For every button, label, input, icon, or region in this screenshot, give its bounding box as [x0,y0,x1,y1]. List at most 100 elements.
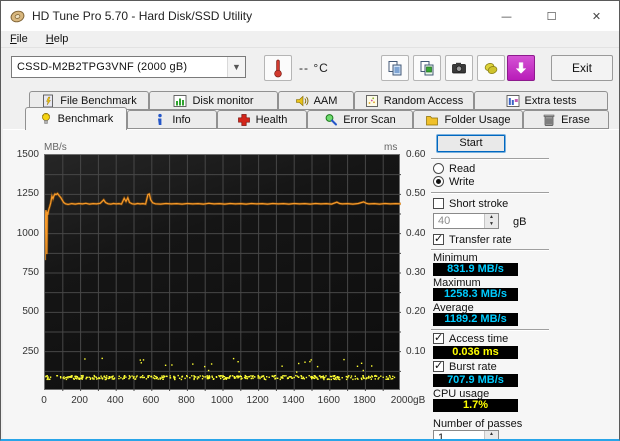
write-radio[interactable]: Write [433,176,474,188]
temperature-value: -- °C [299,61,329,75]
x-axis-tick: 1000 [210,395,234,406]
minimum-value: 831.9 MB/s [433,263,518,276]
passes-label: Number of passes [433,418,523,430]
access-time-value: 0.036 ms [433,346,518,359]
checkbox-icon[interactable] [433,331,444,344]
transfer-rate-label: Transfer rate [449,234,512,246]
y-left-tick: 500 [22,306,39,318]
y-right-tick: 0.30 [406,267,426,278]
tab-label: AAM [313,94,338,107]
magnifier-icon [324,113,338,127]
download-button[interactable] [507,55,535,81]
burst-rate-checkbox[interactable]: Burst rate [433,359,497,373]
spinner-down-icon[interactable]: ▼ [485,221,498,228]
burst-rate-label: Burst rate [449,361,497,373]
separator [431,158,549,160]
y-left-tick: 1000 [16,227,39,239]
camera-icon [452,62,466,74]
read-label: Read [449,163,476,175]
drive-select[interactable]: CSSD-M2B2TPG3VNF (2000 gB) ▼ [11,56,246,78]
x-axis-tick: 0 [41,395,47,406]
download-arrow-icon [515,62,527,74]
tab-random-access[interactable]: Random Access [354,91,474,110]
radio-icon[interactable] [433,163,444,174]
titlebar: HD Tune Pro 5.70 - Hard Disk/SSD Utility… [1,1,619,31]
tab-health[interactable]: Health [217,110,307,129]
tab-folder-usage[interactable]: Folder Usage [413,110,523,129]
spinner-arrows[interactable]: ▲ ▼ [484,214,498,228]
app-icon [10,10,25,22]
chevron-down-icon[interactable]: ▼ [227,57,245,77]
menu-file[interactable]: File [1,31,37,47]
short-stroke-unit: gB [513,216,527,228]
x-axis-tick: 1200 [246,395,269,406]
app-window: HD Tune Pro 5.70 - Hard Disk/SSD Utility… [0,0,620,441]
checkbox-icon[interactable] [433,198,444,209]
save-button[interactable] [477,55,505,81]
x-axis-tick: 600 [142,395,160,406]
tab-label: Benchmark [57,113,114,125]
extra-tests-icon [506,94,520,108]
passes-value: 1 [438,432,445,441]
tab-label: Error Scan [343,113,396,126]
y-right-tick: 0.40 [406,227,426,239]
minimize-button[interactable]: — [484,1,529,31]
menu-help[interactable]: Help [37,31,78,47]
x-axis-tick: 1600 [317,395,340,406]
tab-label: Extra tests [524,94,577,107]
exit-button[interactable]: Exit [551,55,613,81]
separator [431,329,549,331]
access-time-checkbox[interactable]: Access time [433,331,509,345]
access-time-label: Access time [449,333,509,345]
y-left-tick: 1250 [16,188,39,200]
window-title: HD Tune Pro 5.70 - Hard Disk/SSD Utility [32,9,253,23]
passes-spinner[interactable]: 1 ▲ ▼ [433,430,499,441]
spinner-arrows[interactable]: ▲ ▼ [484,431,498,439]
tab-info[interactable]: Info [127,110,217,129]
radio-icon[interactable] [433,176,444,187]
x-axis-tick: 400 [106,395,124,406]
x-axis-tick: 2000gB [390,395,426,406]
tab-benchmark[interactable]: Benchmark [25,107,127,130]
y-right-tick: 0.20 [406,306,426,318]
short-stroke-size-spinner[interactable]: 40 ▲ ▼ [433,213,499,229]
average-value: 1189.2 MB/s [433,313,518,326]
start-button[interactable]: Start [437,135,505,152]
tab-label: Health [255,113,288,126]
copy-image-button[interactable] [413,55,441,81]
temperature-button[interactable] [264,55,292,81]
disk-monitor-icon [173,94,187,108]
spinner-up-icon[interactable]: ▲ [485,214,498,221]
short-stroke-checkbox[interactable]: Short stroke [433,198,508,210]
transfer-rate-checkbox[interactable]: Transfer rate [433,232,512,246]
checkbox-icon[interactable] [433,359,444,372]
tab-error-scan[interactable]: Error Scan [307,110,413,129]
drive-select-value: CSSD-M2B2TPG3VNF (2000 gB) [17,61,188,73]
toolbar: CSSD-M2B2TPG3VNF (2000 gB) ▼ -- °C Exit [1,48,619,89]
benchmark-page: MB/s ms 250 500 750 1000 1250 1500 0.10 0.20 0.30 0… [3,129,619,441]
y-right-tick: 0.60 [406,149,426,160]
tab-aam[interactable]: AAM [278,91,354,110]
thermometer-icon [274,59,282,78]
save-icon [484,63,498,74]
copy-text-button[interactable] [381,55,409,81]
random-access-icon [365,94,379,108]
x-axis-tick: 800 [178,395,195,406]
y-right-tick: 0.10 [406,345,426,357]
folder-icon [425,113,439,127]
tab-erase[interactable]: Erase [523,110,609,129]
benchmark-icon [39,112,53,126]
y-left-tick: 750 [22,267,39,278]
tab-label: Erase [561,113,590,126]
tab-label: File Benchmark [60,94,137,107]
spinner-up-icon[interactable]: ▲ [485,431,498,438]
health-cross-icon [237,113,251,127]
checkbox-icon[interactable] [433,232,444,245]
close-button[interactable]: ✕ [574,1,619,31]
screenshot-button[interactable] [445,55,473,81]
tab-disk-monitor[interactable]: Disk monitor [149,91,278,110]
read-radio[interactable]: Read [433,163,475,175]
copy-image-icon [420,61,434,76]
tab-extra-tests[interactable]: Extra tests [474,91,608,110]
maximize-button[interactable]: ☐ [529,1,574,31]
